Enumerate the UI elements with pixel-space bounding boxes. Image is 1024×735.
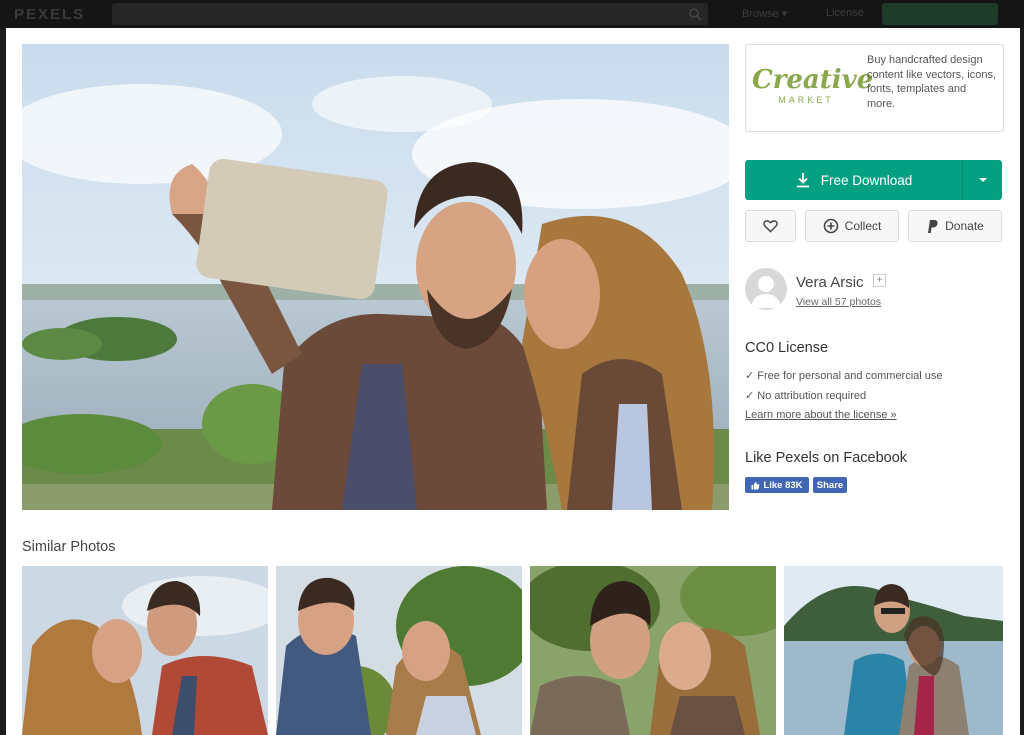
free-download-button[interactable]: Free Download — [745, 160, 962, 200]
search-icon[interactable] — [688, 7, 702, 21]
facebook-like-button[interactable]: Like 83K — [745, 477, 809, 493]
main-photo[interactable] — [22, 44, 729, 510]
similar-photo[interactable] — [530, 566, 776, 735]
photo-modal: Creative MARKET Buy handcrafted design c… — [6, 28, 1020, 735]
ad-text[interactable]: Buy handcrafted design content like vect… — [867, 53, 997, 111]
donate-label: Donate — [945, 219, 984, 233]
similar-photos-title: Similar Photos — [22, 539, 116, 555]
collect-label: Collect — [844, 219, 882, 233]
download-options-toggle[interactable] — [963, 160, 1002, 200]
top-navigation-bar: PEXELS Browse ▾ License — [0, 0, 1024, 28]
ad-logo-main: Creative — [752, 65, 874, 95]
facebook-share-button[interactable]: Share — [813, 477, 847, 493]
like-button[interactable] — [745, 210, 796, 242]
license-title: CC0 License — [745, 340, 829, 356]
avatar[interactable] — [745, 268, 787, 310]
facebook-title: Like Pexels on Facebook — [745, 450, 908, 466]
nav-browse[interactable]: Browse ▾ — [742, 7, 787, 20]
plus-circle-icon — [823, 218, 838, 234]
thumbs-up-icon — [751, 481, 760, 490]
view-all-photos-link[interactable]: View all 57 photos — [796, 296, 881, 308]
heart-icon — [763, 220, 778, 233]
author-name[interactable]: Vera Arsic — [796, 274, 864, 291]
similar-photo[interactable] — [276, 566, 522, 735]
paypal-icon — [928, 219, 938, 233]
license-feature-free: ✓ Free for personal and commercial use — [745, 370, 943, 382]
collect-button[interactable]: Collect — [805, 210, 899, 242]
creative-market-ad[interactable]: Creative MARKET Buy handcrafted design c… — [745, 44, 1004, 132]
free-download-label: Free Download — [820, 172, 913, 188]
pexels-logo[interactable]: PEXELS — [14, 6, 85, 23]
license-feature-attribution: ✓ No attribution required — [745, 390, 867, 402]
similar-photo[interactable] — [784, 566, 1003, 735]
ad-logo-sub: MARKET — [778, 95, 834, 105]
nav-license[interactable]: License — [826, 7, 864, 19]
download-icon — [796, 173, 809, 188]
creative-market-logo: Creative MARKET — [752, 65, 874, 105]
license-learn-more-link[interactable]: Learn more about the license » — [745, 409, 897, 421]
facebook-like-label: Like 83K — [763, 479, 803, 491]
follow-button[interactable]: + — [873, 274, 886, 287]
caret-down-icon — [978, 178, 987, 182]
similar-photo[interactable] — [22, 566, 268, 735]
join-button[interactable] — [882, 3, 998, 25]
donate-button[interactable]: Donate — [908, 210, 1002, 242]
search-input[interactable] — [112, 3, 708, 25]
free-download-button-group: Free Download — [745, 160, 1002, 200]
